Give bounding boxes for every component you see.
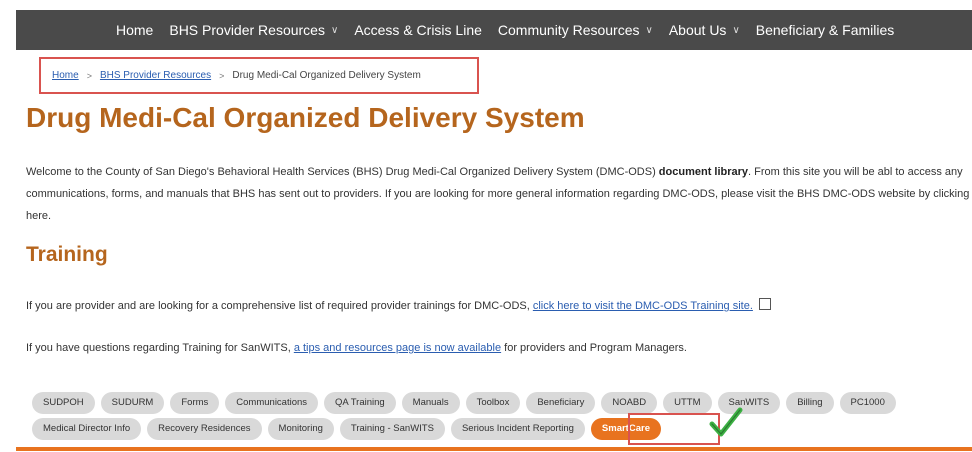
nav-label: BHS Provider Resources <box>169 22 325 38</box>
tab-serious-incident-reporting[interactable]: Serious Incident Reporting <box>450 418 585 440</box>
intro-bold-text: document library <box>658 166 749 178</box>
tab-medical-director-info[interactable]: Medical Director Info <box>32 418 142 440</box>
chevron-down-icon: ∨ <box>330 24 339 36</box>
nav-label: Beneficiary & Families <box>755 22 895 38</box>
tab-training-sanwits[interactable]: Training - SanWITS <box>339 418 445 440</box>
intro-paragraph: Welcome to the County of San Diego's Beh… <box>26 161 972 227</box>
tab-communications[interactable]: Communications <box>225 392 319 414</box>
page: Home BHS Provider Resources ∨ Access & Cr… <box>16 10 972 452</box>
training-p1-text: If you are provider and are looking for … <box>26 300 533 312</box>
tab-sudpoh[interactable]: SUDPOH <box>32 392 95 414</box>
dmc-ods-training-link[interactable]: click here to visit the DMC-ODS Training… <box>533 300 753 312</box>
nav-label: About Us <box>668 22 727 38</box>
nav-items: Home BHS Provider Resources ∨ Access & Cr… <box>108 10 902 50</box>
tab-noabd[interactable]: NOABD <box>601 392 658 414</box>
breadcrumb-current: Drug Medi-Cal Organized Delivery System <box>232 70 421 81</box>
nav-label: Home <box>116 22 154 38</box>
chevron-down-icon: ∨ <box>732 24 740 36</box>
training-p2-text-start: If you have questions regarding Training… <box>26 342 294 354</box>
training-p2-text-end: for providers and Program Managers. <box>501 342 687 354</box>
breadcrumb: Home > BHS Provider Resources > Drug Med… <box>52 70 421 81</box>
intro-text-start: Welcome to the County of San Diego's Beh… <box>26 166 659 178</box>
tab-sudurm[interactable]: SUDURM <box>100 392 165 414</box>
training-paragraph-1: If you are provider and are looking for … <box>26 297 771 312</box>
tab-recovery-residences[interactable]: Recovery Residences <box>147 418 262 440</box>
tabs-row-2: Medical Director Info Recovery Residence… <box>32 418 661 440</box>
screenshot-border-left <box>0 0 16 452</box>
nav-home[interactable]: Home <box>108 22 161 38</box>
tab-uttm[interactable]: UTTM <box>663 392 712 414</box>
nav-access-crisis-line[interactable]: Access & Crisis Line <box>346 22 490 38</box>
breadcrumb-separator: > <box>219 70 225 81</box>
chevron-down-icon: ∨ <box>645 24 653 36</box>
checkmark-icon <box>709 407 743 437</box>
nav-bhs-provider-resources[interactable]: BHS Provider Resources ∨ <box>161 22 346 38</box>
screenshot-border-top <box>0 0 972 10</box>
external-link-icon <box>758 298 771 310</box>
tab-forms[interactable]: Forms <box>170 392 220 414</box>
tab-qa-training[interactable]: QA Training <box>324 392 396 414</box>
breadcrumb-parent-link[interactable]: BHS Provider Resources <box>100 70 211 81</box>
nav-beneficiary-families[interactable]: Beneficiary & Families <box>748 22 903 38</box>
smartcare-highlight-box <box>628 413 720 445</box>
training-paragraph-2: If you have questions regarding Training… <box>26 342 687 354</box>
tabs-row-1: SUDPOH SUDURM Forms Communications QA Tr… <box>32 392 896 414</box>
accent-divider <box>16 447 972 451</box>
tab-beneficiary[interactable]: Beneficiary <box>526 392 596 414</box>
nav-label: Access & Crisis Line <box>354 22 482 38</box>
tab-manuals[interactable]: Manuals <box>401 392 460 414</box>
tab-billing[interactable]: Billing <box>786 392 834 414</box>
breadcrumb-separator: > <box>86 70 92 81</box>
tab-monitoring[interactable]: Monitoring <box>267 418 334 440</box>
nav-community-resources[interactable]: Community Resources ∨ <box>490 22 661 38</box>
top-navigation-bar: Home BHS Provider Resources ∨ Access & Cr… <box>16 10 972 50</box>
nav-about-us[interactable]: About Us ∨ <box>661 22 748 38</box>
tab-toolbox[interactable]: Toolbox <box>465 392 521 414</box>
training-heading: Training <box>26 243 108 266</box>
breadcrumb-home-link[interactable]: Home <box>52 70 79 81</box>
tab-pc1000[interactable]: PC1000 <box>839 392 896 414</box>
nav-label: Community Resources <box>497 22 640 38</box>
tips-resources-link[interactable]: a tips and resources page is now availab… <box>294 342 501 354</box>
page-title: Drug Medi-Cal Organized Delivery System <box>26 102 585 133</box>
